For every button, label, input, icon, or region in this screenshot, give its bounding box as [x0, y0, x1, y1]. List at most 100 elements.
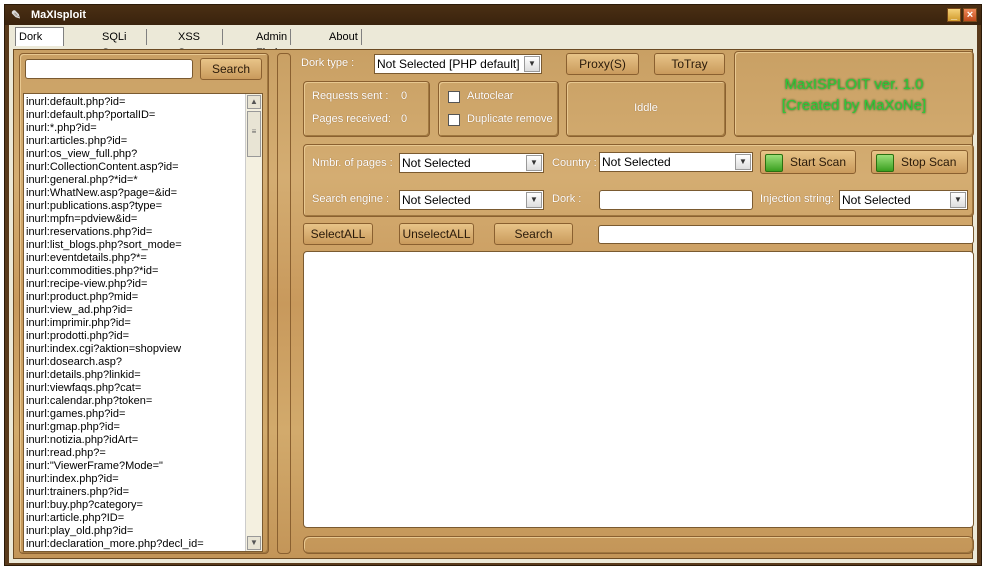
scan-config-panel: Nmbr. of pages : Not Selected ▼ Country … — [303, 144, 974, 217]
results-search-button[interactable]: Search — [494, 223, 573, 245]
pages-count-label: Nmbr. of pages : — [312, 157, 393, 169]
close-button[interactable]: × — [963, 8, 977, 22]
dork-list-item[interactable]: inurl:trainers.php?id= — [26, 486, 244, 499]
dork-list-item[interactable]: inurl:default.php?id= — [26, 96, 244, 109]
client-area: Dork Scanner SQLi Scanner XSS Scanner Ad… — [9, 25, 977, 563]
chevron-down-icon[interactable]: ▼ — [735, 154, 751, 170]
dork-list-item[interactable]: inurl:index.cgi?aktion=shopview — [26, 343, 244, 356]
pages-count-select[interactable]: Not Selected ▼ — [399, 153, 544, 173]
dork-list-item[interactable]: inurl:dosearch.asp? — [26, 356, 244, 369]
dork-list-item[interactable]: inurl:WhatNew.asp?page=&id= — [26, 187, 244, 200]
dork-type-label: Dork type : — [301, 57, 355, 69]
dork-list-item[interactable]: inurl:articles.php?id= — [26, 135, 244, 148]
chevron-down-icon[interactable]: ▼ — [526, 155, 542, 171]
brand-panel: MaxISPLOIT ver. 1.0 [Created by MaXoNe] — [734, 51, 974, 137]
totray-button[interactable]: ToTray — [654, 53, 725, 75]
proxy-button[interactable]: Proxy(S) — [566, 53, 639, 75]
dork-list-items: inurl:default.php?id= inurl:default.php?p… — [24, 94, 244, 551]
stop-scan-label: Stop Scan — [901, 155, 957, 169]
pages-count-value: Not Selected — [402, 156, 471, 170]
dork-list-item[interactable]: inurl:recipe-view.php?id= — [26, 278, 244, 291]
dork-list-item[interactable]: inurl:reservations.php?id= — [26, 226, 244, 239]
dork-list-item[interactable]: inurl:default.php?portalID= — [26, 109, 244, 122]
results-search-input[interactable] — [598, 225, 974, 244]
injection-string-select[interactable]: Not Selected ▼ — [839, 190, 968, 210]
results-area[interactable] — [303, 251, 974, 528]
chevron-down-icon[interactable]: ▼ — [524, 56, 540, 72]
chevron-down-icon[interactable]: ▼ — [526, 192, 542, 208]
chevron-down-icon[interactable]: ▼ — [950, 192, 966, 208]
dork-list-item[interactable]: inurl:view_ad.php?id= — [26, 304, 244, 317]
dork-search-button[interactable]: Search — [200, 58, 262, 80]
dork-list-item[interactable]: inurl:read.php?= — [26, 447, 244, 460]
dork-list-item[interactable]: inurl:article.php?ID= — [26, 512, 244, 525]
autoclear-checkbox[interactable] — [448, 91, 460, 103]
dork-list-item[interactable]: inurl:os_view_full.php? — [26, 148, 244, 161]
scroll-down-icon[interactable]: ▼ — [247, 536, 261, 550]
splitter[interactable] — [277, 53, 291, 554]
stop-scan-button[interactable]: Stop Scan — [871, 150, 968, 174]
country-select[interactable]: Not Selected ▼ — [599, 152, 753, 172]
app-icon: ✎ — [11, 8, 22, 22]
dork-list-item[interactable]: inurl:list_blogs.php?sort_mode= — [26, 239, 244, 252]
tab-about[interactable]: About — [326, 29, 362, 45]
brand-title: MaxISPLOIT ver. 1.0 — [784, 76, 924, 93]
thumbs-up-icon — [765, 154, 783, 172]
dork-list-item[interactable]: inurl:declaration_more.php?decl_id= — [26, 538, 244, 551]
dork-label: Dork : — [552, 193, 582, 205]
dork-list-item[interactable]: inurl:notizia.php?idArt= — [26, 434, 244, 447]
thumbs-down-icon — [876, 154, 894, 172]
dork-list-item[interactable]: inurl:mpfn=pdview&id= — [26, 213, 244, 226]
scroll-thumb[interactable]: ≡ — [247, 111, 261, 157]
tab-sqli-scanner[interactable]: SQLi Scanner — [99, 29, 147, 59]
duplicate-remove-checkbox[interactable] — [448, 114, 460, 126]
pages-value: 0 — [401, 113, 408, 125]
dork-input[interactable] — [599, 190, 753, 210]
dork-list-item[interactable]: inurl:imprimir.php?id= — [26, 317, 244, 330]
dork-list-item[interactable]: inurl:*.php?id= — [26, 122, 244, 135]
dork-list-item[interactable]: inurl:product.php?mid= — [26, 291, 244, 304]
scroll-up-icon[interactable]: ▲ — [247, 95, 261, 109]
dork-list[interactable]: inurl:default.php?id= inurl:default.php?p… — [23, 93, 263, 552]
app-window: ✎ MaXIsploit _ × Dork Scanner SQLi Scann… — [4, 4, 982, 566]
title-bar: ✎ MaXIsploit _ × — [5, 5, 981, 25]
requests-label: Requests sent : — [312, 90, 389, 102]
dork-type-value: Not Selected [PHP default] — [377, 57, 520, 71]
injection-string-value: Not Selected — [842, 193, 911, 207]
start-scan-button[interactable]: Start Scan — [760, 150, 856, 174]
dork-type-select[interactable]: Not Selected [PHP default] ▼ — [374, 54, 542, 74]
dork-search-input[interactable] — [25, 59, 193, 79]
dork-list-item[interactable]: inurl:viewfaqs.php?cat= — [26, 382, 244, 395]
search-engine-label: Search engine : — [312, 193, 390, 205]
search-engine-value: Not Selected — [402, 193, 471, 207]
dork-list-item[interactable]: inurl:publications.asp?type= — [26, 200, 244, 213]
dork-list-panel: Search inurl:default.php?id= inurl:defaul… — [19, 53, 269, 554]
status-text: Iddle — [634, 102, 658, 114]
dork-list-item[interactable]: inurl:index.php?id= — [26, 473, 244, 486]
requests-value: 0 — [401, 90, 408, 102]
tab-admin-finder[interactable]: Admin Finder — [253, 29, 292, 59]
dork-list-item[interactable]: inurl:prodotti.php?id= — [26, 330, 244, 343]
dork-list-item[interactable]: inurl:games.php?id= — [26, 408, 244, 421]
search-engine-select[interactable]: Not Selected ▼ — [399, 190, 544, 210]
dork-list-item[interactable]: inurl:details.php?linkid= — [26, 369, 244, 382]
brand-credit: [Created by MaXoNe] — [781, 97, 927, 114]
dork-list-item[interactable]: inurl:calendar.php?token= — [26, 395, 244, 408]
options-panel: Autoclear Duplicate remove — [438, 81, 559, 137]
dork-list-item[interactable]: inurl:commodities.php?*id= — [26, 265, 244, 278]
tab-dork-scanner[interactable]: Dork Scanner — [15, 27, 64, 61]
minimize-button[interactable]: _ — [947, 8, 961, 22]
dork-list-item[interactable]: inurl:buy.php?category= — [26, 499, 244, 512]
unselect-all-button[interactable]: UnselectALL — [399, 223, 474, 245]
select-all-button[interactable]: SelectALL — [303, 223, 373, 245]
country-label: Country : — [552, 157, 597, 169]
dork-list-item[interactable]: inurl:play_old.php?id= — [26, 525, 244, 538]
window-title: MaXIsploit — [31, 9, 87, 21]
dork-list-item[interactable]: inurl:"ViewerFrame?Mode=" — [26, 460, 244, 473]
dork-list-scrollbar[interactable]: ▲ ≡ ▼ — [245, 94, 262, 551]
tab-xss-scanner[interactable]: XSS Scanner — [175, 29, 223, 59]
dork-list-item[interactable]: inurl:gmap.php?id= — [26, 421, 244, 434]
dork-list-item[interactable]: inurl:eventdetails.php?*= — [26, 252, 244, 265]
dork-list-item[interactable]: inurl:general.php?*id=* — [26, 174, 244, 187]
dork-list-item[interactable]: inurl:CollectionContent.asp?id= — [26, 161, 244, 174]
